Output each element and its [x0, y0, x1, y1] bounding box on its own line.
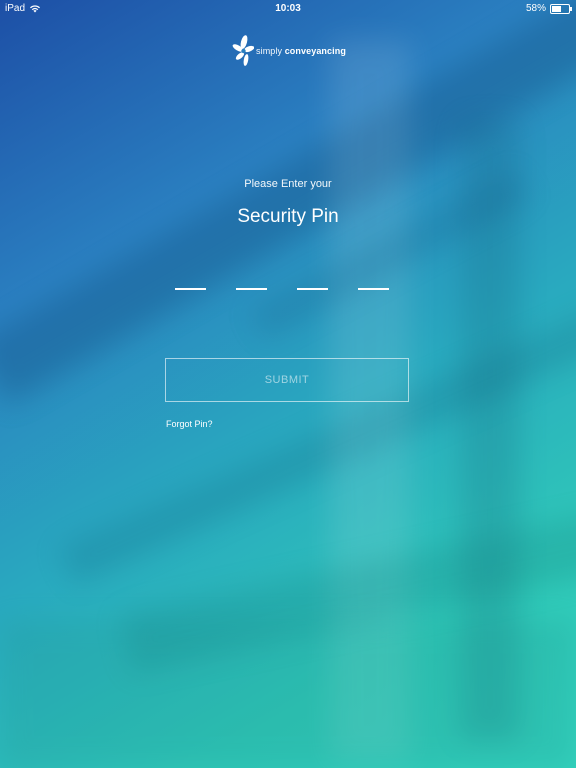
- pin-digit-3[interactable]: [297, 288, 328, 290]
- forgot-pin-link[interactable]: Forgot Pin?: [166, 419, 213, 429]
- flower-logo-icon: [232, 35, 254, 66]
- status-time: 10:03: [275, 3, 301, 14]
- pin-input-group[interactable]: [175, 288, 389, 290]
- pin-digit-1[interactable]: [175, 288, 206, 290]
- background-blur-shape: [0, 620, 576, 768]
- brand-name-light: simply: [256, 46, 285, 56]
- status-bar: iPad 10:03 58%: [0, 0, 576, 18]
- battery-percentage: 58%: [525, 3, 546, 14]
- pin-digit-4[interactable]: [358, 288, 389, 290]
- brand-logo: simply conveyancing: [232, 34, 346, 68]
- battery-icon: [550, 3, 572, 14]
- brand-name-bold: conveyancing: [284, 46, 346, 56]
- battery-fill: [552, 5, 561, 12]
- status-right: 58%: [525, 3, 572, 14]
- pin-prompt: Please Enter your: [244, 178, 332, 190]
- submit-button[interactable]: SUBMIT: [165, 358, 409, 402]
- page-title: Security Pin: [237, 206, 339, 227]
- brand-name: simply conveyancing: [256, 46, 346, 56]
- pin-digit-2[interactable]: [236, 288, 267, 290]
